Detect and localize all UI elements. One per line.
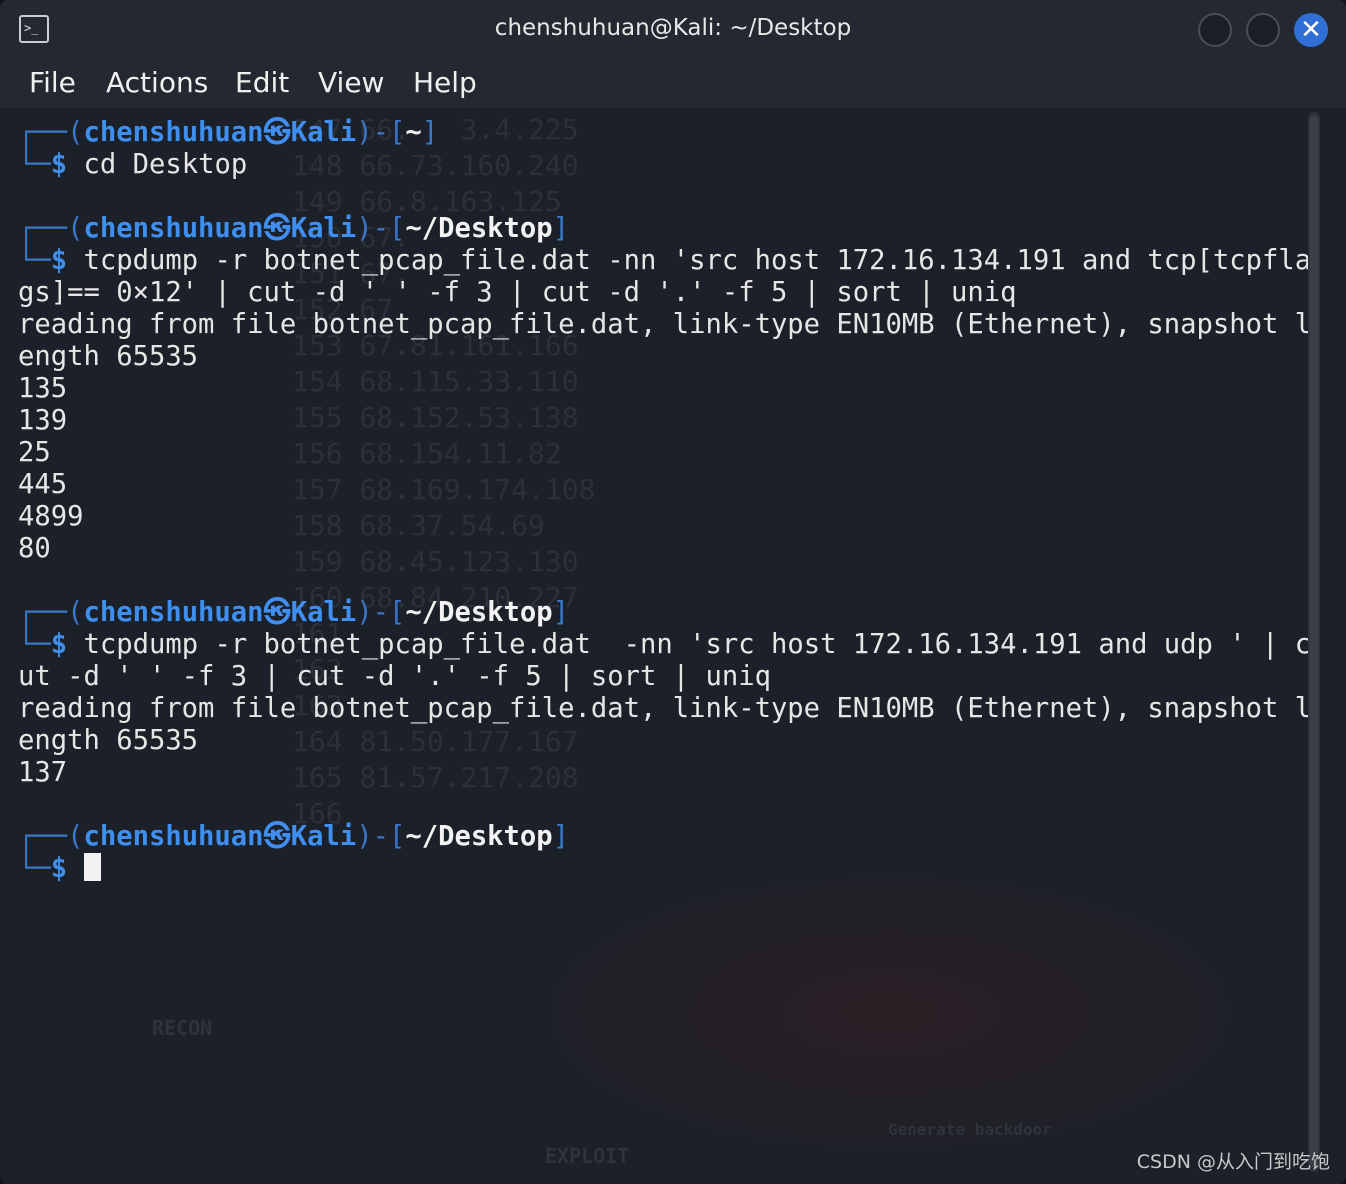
scrollbar-thumb[interactable] (1310, 116, 1318, 1166)
command-continuation: ut -d ' ' -f 3 | cut -d '.' -f 5 | sort … (18, 661, 771, 692)
prompt-host: Kali (290, 213, 357, 244)
output-line: 139 (18, 405, 68, 436)
menu-actions[interactable]: Actions (106, 66, 208, 99)
prompt-host: Kali (290, 597, 357, 628)
output-line: 135 (18, 373, 68, 404)
prompt-host: Kali (290, 117, 357, 148)
output-line: ength 65535 (18, 341, 199, 372)
close-button[interactable]: ✕ (1294, 13, 1328, 47)
prompt-at-symbol: ㉿ (263, 117, 291, 148)
close-icon: ✕ (1300, 15, 1322, 45)
maximize-button[interactable] (1246, 13, 1280, 47)
command-text: cd Desktop (83, 149, 248, 180)
prompt-at-symbol: ㉿ (263, 821, 291, 852)
minimize-button[interactable] (1198, 13, 1232, 47)
text-cursor (83, 853, 101, 881)
prompt-header: ┌──(chenshuhuan㉿Kali)-[~/Desktop] (18, 597, 570, 628)
output-line: reading from file botnet_pcap_file.dat, … (18, 693, 1312, 724)
prompt-path: ~ (405, 117, 422, 148)
prompt-user: chenshuhuan (83, 117, 264, 148)
window-title: chenshuhuan@Kali: ~/Desktop (494, 15, 852, 41)
prompt-host: Kali (290, 821, 357, 852)
terminal-window: >_ chenshuhuan@Kali: ~/Desktop ✕ File Ac… (0, 0, 1346, 1184)
prompt-command-line: └─$ tcpdump -r botnet_pcap_file.dat -nn … (18, 629, 1312, 660)
prompt-user: chenshuhuan (83, 821, 264, 852)
prompt-header: ┌──(chenshuhuan㉿Kali)-[~] (18, 117, 439, 148)
terminal-output[interactable]: 144 65.57.8. 145 66.139.10.15 146 66.1 7… (0, 108, 1346, 1184)
menu-edit[interactable]: Edit (235, 66, 289, 99)
command-text: tcpdump -r botnet_pcap_file.dat -nn 'src… (83, 629, 1312, 660)
title-bar[interactable]: >_ chenshuhuan@Kali: ~/Desktop ✕ (0, 0, 1346, 58)
output-line: reading from file botnet_pcap_file.dat, … (18, 309, 1312, 340)
watermark: CSDN @从入门到吃饱 (1136, 1151, 1330, 1173)
output-line: ength 65535 (18, 725, 199, 756)
prompt-header: ┌──(chenshuhuan㉿Kali)-[~/Desktop] (18, 821, 570, 852)
prompt-user: chenshuhuan (83, 213, 264, 244)
menu-bar: File Actions Edit View Help (0, 58, 1346, 108)
output-line: 137 (18, 757, 68, 788)
output-line: 445 (18, 469, 68, 500)
output-line: 25 (18, 437, 51, 468)
active-prompt-line[interactable]: └─$ (18, 853, 101, 885)
menu-help[interactable]: Help (413, 66, 477, 99)
output-line: 4899 (18, 501, 84, 532)
command-continuation: gs]== 0×12' | cut -d ' ' -f 3 | cut -d '… (18, 277, 1017, 308)
output-line: 80 (18, 533, 51, 564)
prompt-at-symbol: ㉿ (263, 213, 291, 244)
background-label-exploit: EXPLOIT (545, 1144, 630, 1168)
prompt-path: ~/Desktop (405, 597, 553, 628)
prompt-path: ~/Desktop (405, 821, 553, 852)
prompt-command-line: └─$ cd Desktop (18, 149, 248, 180)
wallpaper-glow (480, 848, 1300, 1178)
command-text: tcpdump -r botnet_pcap_file.dat -nn 'src… (83, 245, 1312, 276)
prompt-at-symbol: ㉿ (263, 597, 291, 628)
prompt-user: chenshuhuan (83, 597, 264, 628)
background-label-recon: RECON (152, 1016, 213, 1040)
prompt-command-line: └─$ tcpdump -r botnet_pcap_file.dat -nn … (18, 245, 1312, 276)
background-label-backdoor: Generate backdoor (888, 1120, 1052, 1139)
prompt-header: ┌──(chenshuhuan㉿Kali)-[~/Desktop] (18, 213, 570, 244)
menu-view[interactable]: View (318, 66, 384, 99)
prompt-path: ~/Desktop (405, 213, 553, 244)
menu-file[interactable]: File (29, 66, 76, 99)
